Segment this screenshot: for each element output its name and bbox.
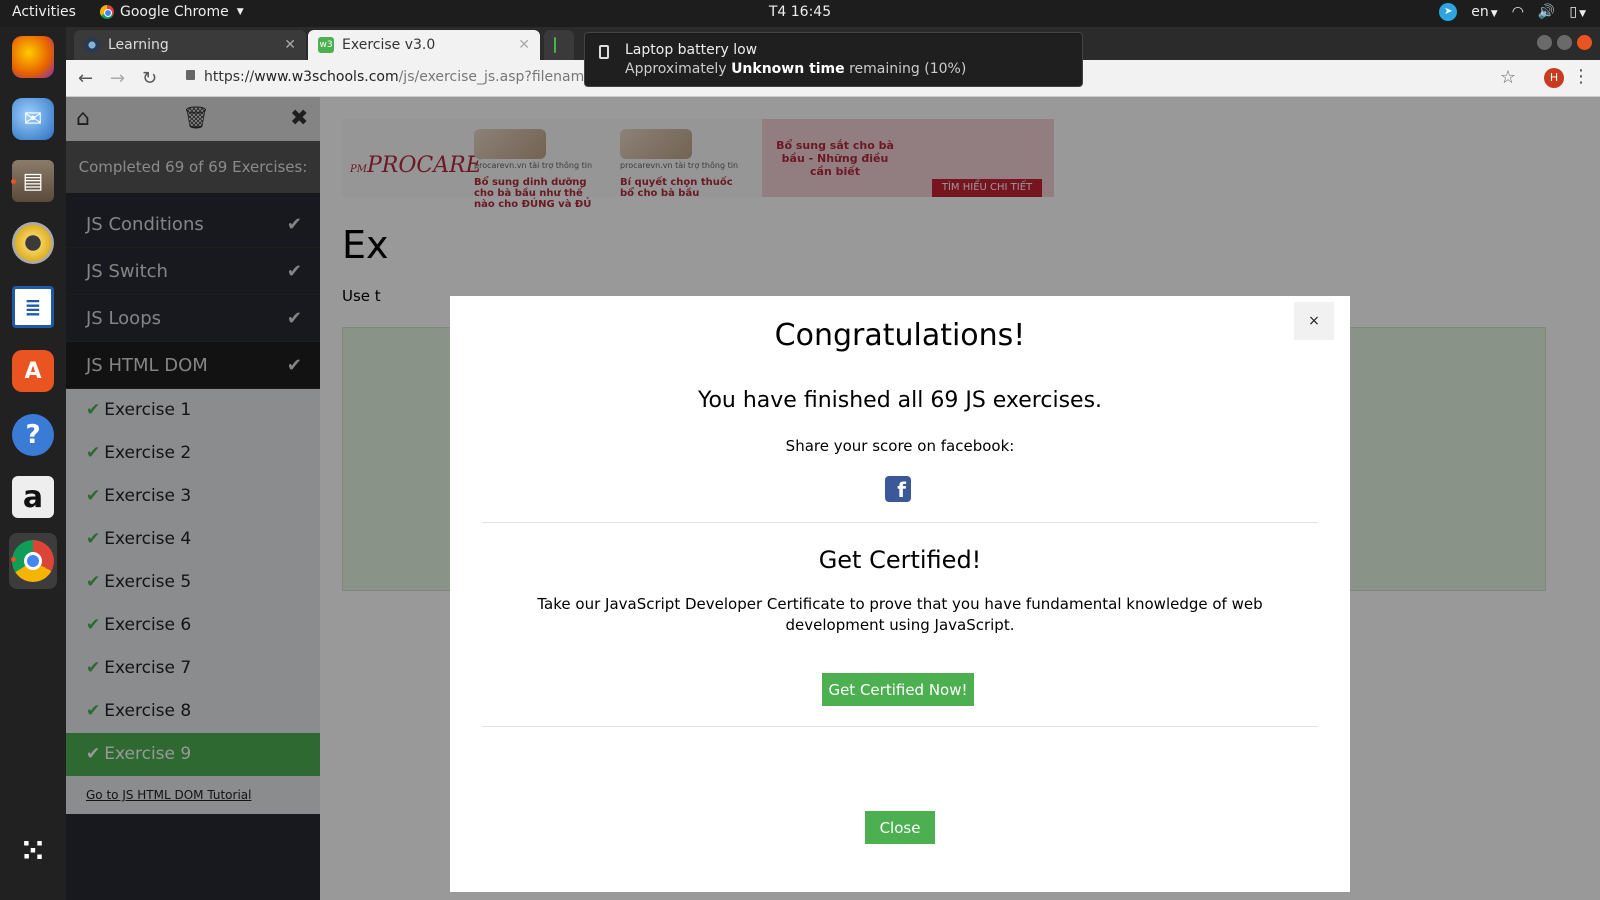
react-icon — [84, 37, 100, 53]
shopping-bag-icon: A — [12, 350, 54, 392]
thunderbird-icon: ✉ — [12, 98, 54, 140]
battery-notification[interactable]: Laptop battery low Approximately Unknown… — [584, 32, 1083, 87]
close-window-button[interactable] — [1577, 35, 1592, 50]
certificate-description: Take our JavaScript Developer Certificat… — [537, 595, 1263, 634]
back-icon[interactable]: ← — [78, 68, 93, 89]
battery-icon — [599, 45, 609, 59]
tab-partial[interactable] — [544, 30, 574, 60]
notification-bold: Unknown time — [731, 61, 845, 77]
chrome-launcher[interactable] — [9, 533, 57, 589]
notification-suffix: remaining (10%) — [844, 61, 967, 77]
forward-icon[interactable]: → — [110, 68, 125, 89]
facebook-icon[interactable]: f — [885, 476, 911, 502]
chevron-down-icon: ▼ — [1579, 9, 1586, 19]
close-tab-icon[interactable]: ✕ — [284, 37, 296, 53]
show-apps-button[interactable]: ⁙ — [9, 827, 57, 875]
writer-launcher[interactable]: ≣ — [9, 283, 57, 331]
modal-heading: Congratulations! — [774, 318, 1026, 353]
w3schools-icon — [554, 37, 556, 53]
divider — [482, 522, 1318, 523]
more-menu-icon[interactable]: ⋮ — [1572, 66, 1590, 87]
app-menu-label: Google Chrome — [120, 4, 229, 20]
address-bar[interactable]: https://www.w3schools.com/js/exercise_js… — [204, 69, 621, 85]
chevron-down-icon: ▼ — [236, 7, 244, 17]
help-launcher[interactable]: ? — [9, 411, 57, 459]
url-host: www.w3schools.com — [254, 69, 399, 85]
modal-overlay[interactable]: × Congratulations! You have finished all… — [66, 97, 1600, 900]
language-indicator[interactable]: en ▼ — [1471, 4, 1497, 20]
tab-learning[interactable]: Learning ✕ — [74, 30, 306, 60]
lock-icon[interactable] — [186, 70, 195, 80]
window-controls — [1537, 35, 1592, 50]
bookmark-star-icon[interactable]: ☆ — [1500, 67, 1516, 88]
volume-icon[interactable]: 🔊 — [1538, 4, 1555, 20]
chevron-down-icon: ▼ — [1490, 9, 1498, 19]
document-icon: ≣ — [12, 286, 54, 328]
maximize-button[interactable] — [1557, 35, 1572, 50]
profile-avatar[interactable]: H — [1544, 68, 1564, 88]
close-button[interactable]: Close — [865, 811, 935, 844]
thunderbird-launcher[interactable]: ✉ — [9, 95, 57, 143]
amazon-icon: a — [12, 476, 54, 518]
tab-title: Learning — [108, 37, 169, 53]
notification-prefix: Approximately — [625, 61, 732, 77]
firefox-icon — [12, 36, 54, 78]
tab-title: Exercise v3.0 — [342, 37, 436, 53]
url-scheme: https:// — [204, 69, 255, 85]
finished-message: You have finished all 69 JS exercises. — [697, 388, 1103, 413]
tab-exercise[interactable]: w3 Exercise v3.0 ✕ — [308, 30, 540, 60]
telegram-icon[interactable]: ➤ — [1439, 3, 1458, 21]
get-certified-button[interactable]: Get Certified Now! — [822, 673, 974, 706]
minimize-button[interactable] — [1537, 35, 1552, 50]
speaker-icon — [12, 222, 54, 264]
share-prompt: Share your score on facebook: — [785, 437, 1015, 455]
notification-title: Laptop battery low — [625, 42, 758, 58]
grid-icon: ⁙ — [20, 833, 46, 869]
amazon-launcher[interactable]: a — [9, 473, 57, 521]
activities-button[interactable]: Activities — [12, 4, 76, 20]
app-menu[interactable]: Google Chrome ▼ — [100, 4, 244, 20]
rhythmbox-launcher[interactable] — [9, 219, 57, 267]
chrome-icon — [100, 5, 114, 19]
wifi-icon[interactable]: ◠ — [1512, 4, 1524, 20]
chrome-icon — [12, 540, 54, 582]
divider — [482, 726, 1318, 727]
dock: ✉ ▤ ≣ A ? a ⁙ — [0, 27, 66, 900]
reload-icon[interactable]: ↻ — [142, 68, 157, 89]
notification-body: Approximately Unknown time remaining (10… — [625, 61, 966, 77]
help-icon: ? — [12, 414, 54, 456]
battery-icon[interactable]: ▯ ▼ — [1569, 4, 1586, 20]
system-tray: ➤ en ▼ ◠ 🔊 ▯ ▼ — [1439, 3, 1586, 21]
system-top-bar: Activities Google Chrome ▼ T4 16:45 ➤ en… — [0, 0, 1600, 27]
running-indicator — [11, 179, 16, 184]
files-icon: ▤ — [12, 160, 54, 202]
firefox-launcher[interactable] — [9, 33, 57, 81]
congratulations-modal: × Congratulations! You have finished all… — [450, 296, 1350, 892]
software-launcher[interactable]: A — [9, 347, 57, 395]
certified-heading: Get Certified! — [818, 546, 982, 574]
close-tab-icon[interactable]: ✕ — [518, 37, 530, 53]
files-launcher[interactable]: ▤ — [9, 157, 57, 205]
w3schools-icon: w3 — [318, 37, 334, 53]
running-indicator — [11, 557, 16, 562]
language-label: en — [1471, 4, 1489, 20]
